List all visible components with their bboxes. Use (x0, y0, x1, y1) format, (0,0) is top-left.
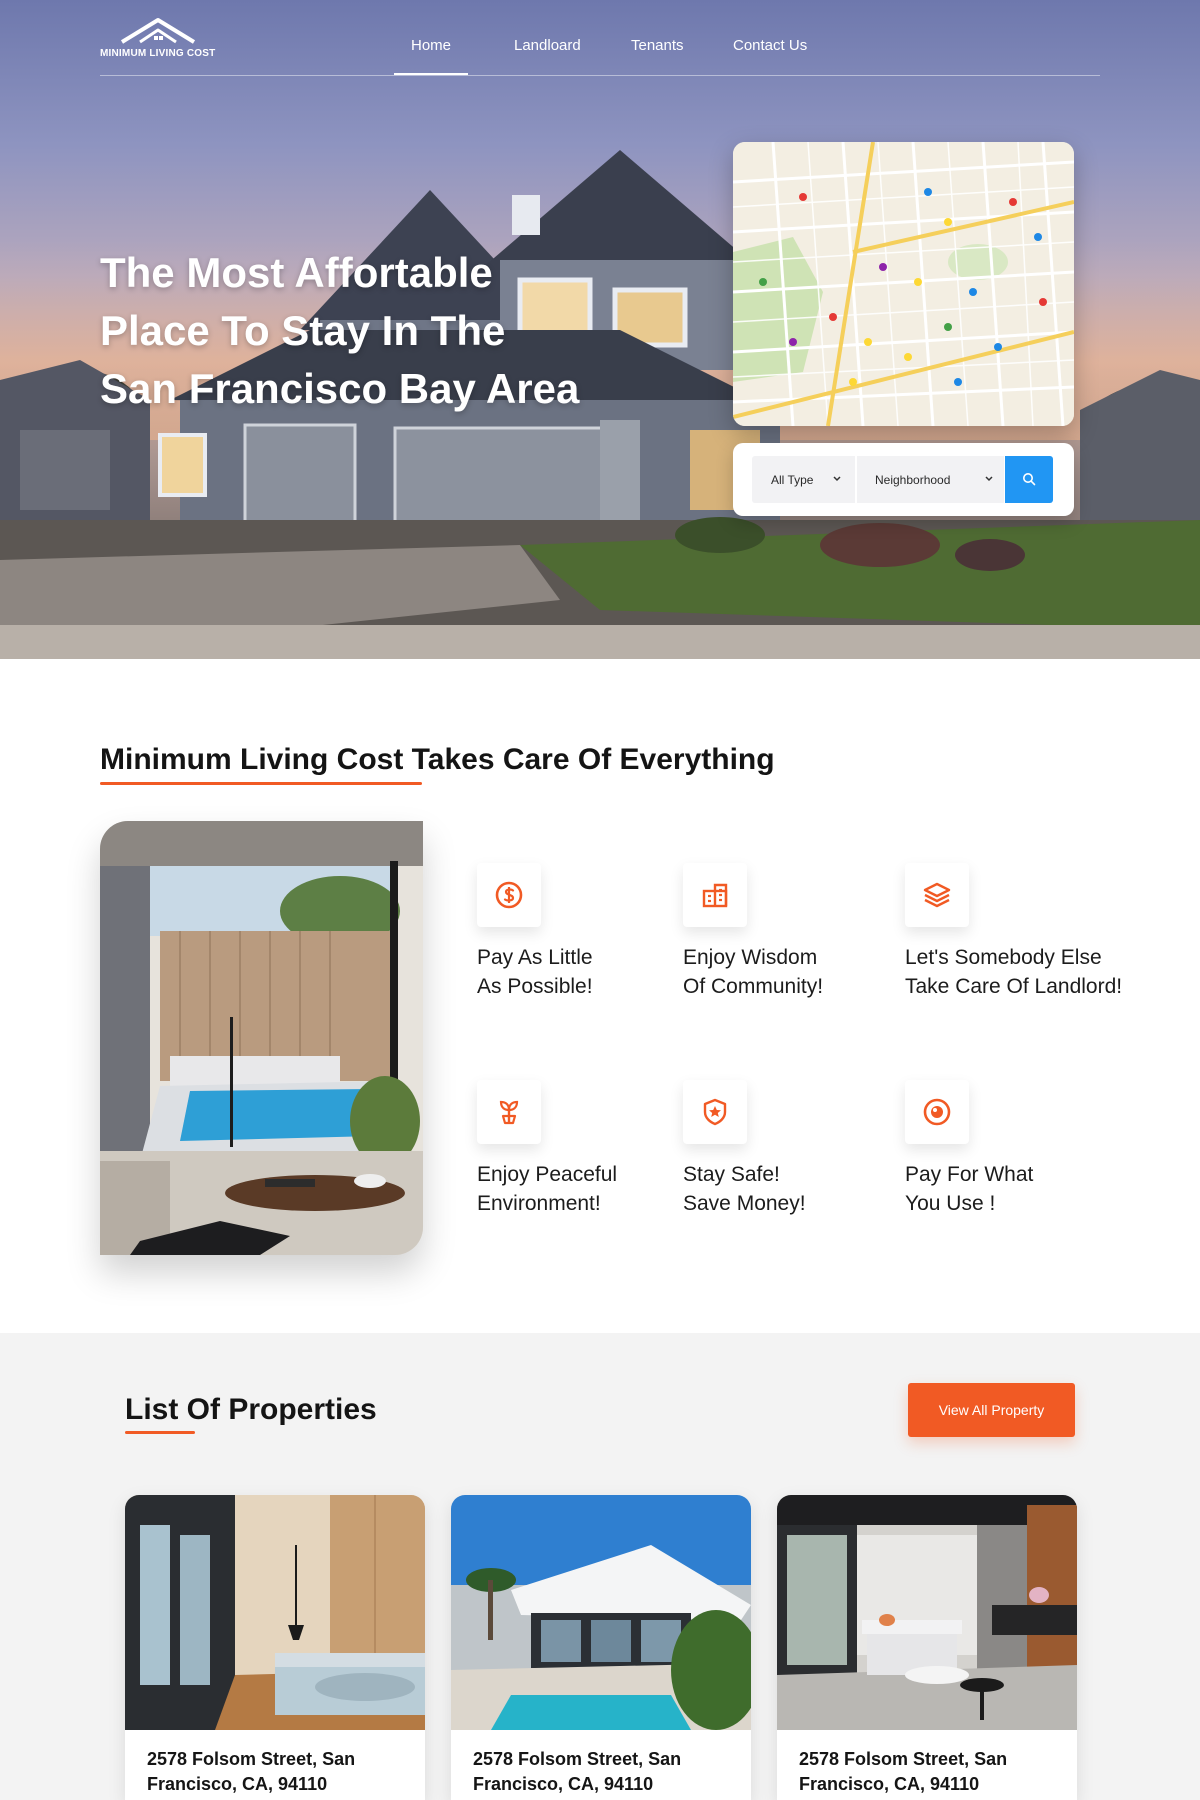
plant-icon (499, 1100, 519, 1125)
property-photo (451, 1495, 751, 1730)
feature-icon-box (905, 1080, 969, 1144)
chevron-down-icon (985, 476, 993, 482)
feature-label-line-2: You Use ! (905, 1192, 996, 1215)
type-select-value: All Type (771, 472, 814, 487)
properties-title: List Of Properties (125, 1393, 377, 1426)
feature-label-line-1: Stay Safe! (683, 1163, 780, 1186)
property-address-line-2: Francisco, CA, 94110 (473, 1774, 654, 1794)
feature-label-line-2: As Possible! (477, 975, 593, 998)
hero-title: The Most Affortable Place To Stay In The… (100, 244, 620, 418)
nav-item-landlord[interactable]: Landloard (514, 37, 581, 54)
features-title: Minimum Living Cost Takes Care Of Everyt… (100, 743, 775, 776)
living-room-image (777, 1495, 1077, 1730)
type-select[interactable]: All Type (752, 456, 855, 503)
feature-label-line-2: Save Money! (683, 1192, 806, 1215)
bedroom-image (125, 1495, 425, 1730)
nav-item-home[interactable]: Home (393, 37, 469, 75)
feature-label: Pay As Little As Possible! (477, 943, 593, 1001)
modern-villa-image (451, 1495, 751, 1730)
nav-item-contact-us[interactable]: Contact Us (733, 37, 807, 54)
feature-label: Pay For What You Use ! (905, 1160, 1033, 1218)
feature-label-line-1: Pay As Little (477, 946, 593, 969)
pool-interior-photo (100, 821, 423, 1255)
feature-label-line-1: Enjoy Wisdom (683, 946, 818, 969)
search-icon (1023, 473, 1036, 486)
property-address: 2578 Folsom Street, San Francisco, CA, 9… (799, 1747, 1049, 1797)
feature-label-line-2: Take Care Of Landlord! (905, 975, 1123, 998)
search-button[interactable] (1005, 456, 1053, 503)
hero-section: MINIMUM LIVING COST Home Landloard Tenan… (0, 0, 1200, 659)
property-photo (125, 1495, 425, 1730)
neighborhood-select-value: Neighborhood (875, 472, 951, 487)
pool-interior-image (100, 821, 423, 1255)
feature-icon-box (477, 1080, 541, 1144)
feature-label-line-1: Let's Somebody Else (905, 946, 1102, 969)
property-search-bar: All Type Neighborhood (733, 443, 1074, 516)
property-photo (777, 1495, 1077, 1730)
dollar-icon (495, 881, 523, 909)
feature-label-line-2: Environment! (477, 1192, 601, 1215)
feature-label: Let's Somebody Else Take Care Of Landlor… (905, 943, 1122, 1001)
feature-icon-box (477, 863, 541, 927)
feature-label-line-1: Pay For What (905, 1163, 1034, 1186)
hero-title-line-2: Place To Stay In The (100, 307, 506, 354)
nav-divider (100, 75, 1100, 76)
nav-item-tenants[interactable]: Tenants (631, 37, 684, 54)
hero-title-line-1: The Most Affortable (100, 249, 493, 296)
feature-label: Enjoy Peaceful Environment! (477, 1160, 617, 1218)
feature-label: Enjoy Wisdom Of Community! (683, 943, 823, 1001)
property-address-line-2: Francisco, CA, 94110 (799, 1774, 980, 1794)
feature-icon-box (683, 863, 747, 927)
property-card[interactable]: 2578 Folsom Street, San Francisco, CA, 9… (451, 1495, 751, 1800)
meter-icon (923, 1098, 951, 1126)
hero-title-line-3: San Francisco Bay Area (100, 365, 580, 412)
neighborhood-map[interactable] (733, 142, 1074, 426)
neighborhood-select[interactable]: Neighborhood (857, 456, 1004, 503)
view-all-property-button[interactable]: View All Property (908, 1383, 1075, 1437)
feature-label-line-1: Enjoy Peaceful (477, 1163, 618, 1186)
feature-label: Stay Safe! Save Money! (683, 1160, 806, 1218)
shield-star-icon (703, 1098, 727, 1126)
property-address-line-1: 2578 Folsom Street, San (473, 1749, 682, 1769)
property-address: 2578 Folsom Street, San Francisco, CA, 9… (473, 1747, 723, 1797)
property-address-line-1: 2578 Folsom Street, San (799, 1749, 1008, 1769)
main-nav: Home Landloard Tenants Contact Us (0, 37, 1200, 75)
properties-title-underline (125, 1431, 195, 1434)
feature-label-line-2: Of Community! (683, 975, 824, 998)
chevron-down-icon (833, 476, 841, 482)
property-address: 2578 Folsom Street, San Francisco, CA, 9… (147, 1747, 397, 1797)
property-address-line-1: 2578 Folsom Street, San (147, 1749, 356, 1769)
feature-icon-box (905, 863, 969, 927)
features-title-underline (100, 782, 422, 785)
building-icon (702, 883, 728, 908)
feature-icon-box (683, 1080, 747, 1144)
property-card[interactable]: 2578 Folsom Street, San Francisco, CA, 9… (777, 1495, 1077, 1800)
property-address-line-2: Francisco, CA, 94110 (147, 1774, 328, 1794)
map-image (733, 142, 1074, 426)
property-card[interactable]: 2578 Folsom Street, San Francisco, CA, 9… (125, 1495, 425, 1800)
layers-icon (923, 882, 951, 908)
